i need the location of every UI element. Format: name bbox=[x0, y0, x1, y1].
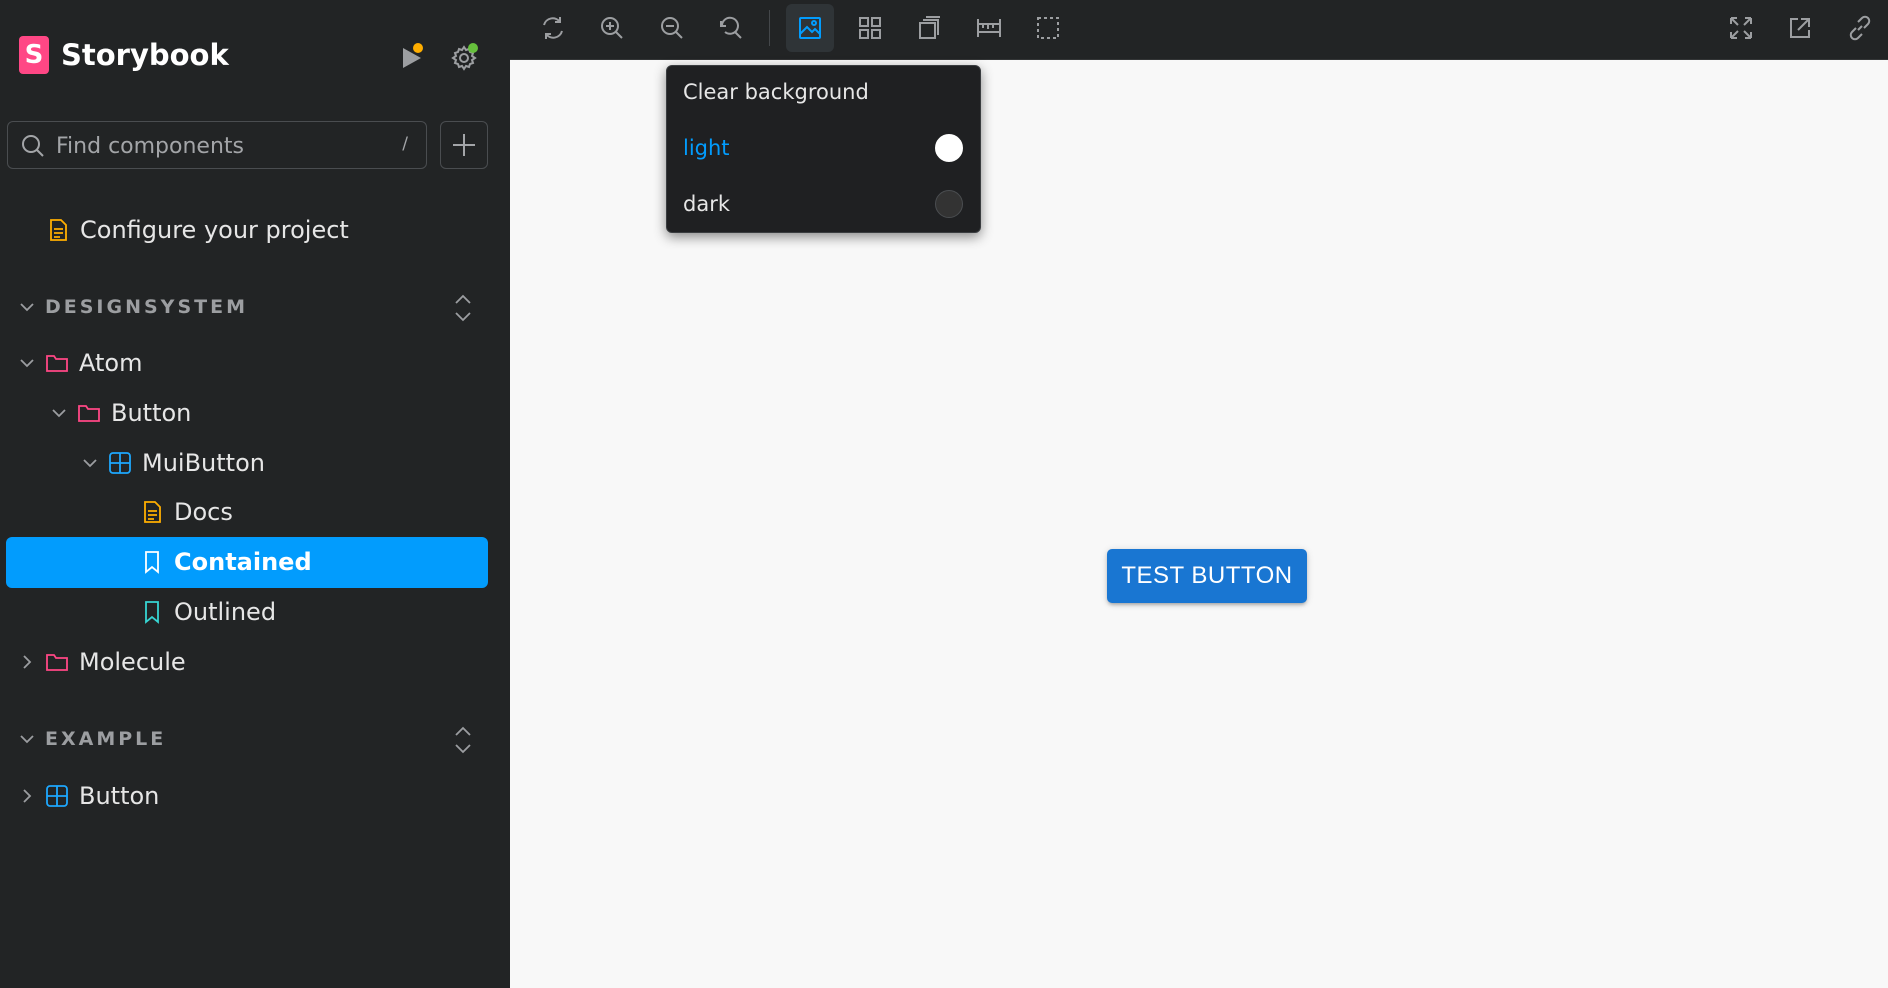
color-swatch-dark bbox=[935, 190, 963, 218]
sidebar-item-muibutton[interactable]: MuiButton bbox=[82, 438, 265, 488]
sidebar: S Storybook / Configure your project D bbox=[0, 0, 510, 988]
grid-icon bbox=[859, 17, 881, 39]
link-icon bbox=[1849, 15, 1871, 41]
share-alt-icon bbox=[1790, 18, 1810, 38]
chevron-down-icon bbox=[20, 735, 34, 744]
backgrounds-button[interactable] bbox=[786, 4, 834, 52]
remount-button[interactable] bbox=[529, 4, 577, 52]
fullscreen-button[interactable] bbox=[1717, 4, 1765, 52]
search-box[interactable]: / bbox=[7, 121, 427, 169]
browser-icon bbox=[919, 16, 940, 39]
ruler-icon bbox=[977, 19, 1001, 37]
search-input[interactable] bbox=[54, 130, 398, 162]
sidebar-item-label: Outlined bbox=[174, 598, 277, 626]
notification-dot bbox=[413, 43, 423, 53]
reset-zoom-button[interactable] bbox=[707, 4, 755, 52]
settings-gear-icon[interactable] bbox=[448, 40, 482, 74]
backgrounds-popover: Clear background light dark bbox=[666, 65, 981, 233]
bookmark-icon bbox=[145, 601, 159, 624]
outline-icon bbox=[1037, 17, 1059, 39]
chevron-down-icon bbox=[20, 359, 34, 368]
option-label: light bbox=[683, 136, 730, 160]
sidebar-item-label: MuiButton bbox=[142, 449, 265, 477]
section-designsystem[interactable]: DESIGNSYSTEM bbox=[19, 290, 248, 324]
bookmark-icon bbox=[145, 551, 159, 574]
sidebar-item-label: Molecule bbox=[79, 648, 186, 676]
background-option-light[interactable]: light bbox=[683, 128, 963, 168]
sidebar-item-label: Button bbox=[79, 782, 160, 810]
chevron-down-icon bbox=[52, 409, 66, 418]
sidebar-item-molecule[interactable]: Molecule bbox=[19, 637, 186, 687]
brand-name: Storybook bbox=[61, 38, 229, 72]
document-icon bbox=[144, 501, 161, 523]
storybook-logo: S bbox=[19, 36, 49, 74]
grid-button[interactable] bbox=[846, 4, 894, 52]
test-button[interactable]: TEST BUTTON bbox=[1107, 549, 1307, 603]
zoom-out-button[interactable] bbox=[648, 4, 696, 52]
sidebar-item-atom[interactable]: Atom bbox=[19, 338, 142, 388]
option-label: dark bbox=[683, 192, 730, 216]
zoom-reset-icon bbox=[720, 16, 742, 39]
sidebar-item-contained[interactable]: Contained bbox=[140, 537, 312, 587]
sidebar-item-label: Contained bbox=[174, 548, 312, 576]
folder-icon bbox=[46, 355, 68, 372]
folder-icon bbox=[78, 405, 100, 422]
expand-collapse-icon[interactable] bbox=[450, 292, 476, 324]
whats-new-play-icon[interactable] bbox=[395, 40, 429, 74]
folder-icon bbox=[46, 654, 68, 671]
chevron-right-icon bbox=[23, 655, 32, 669]
search-shortcut-hint: / bbox=[402, 134, 408, 154]
option-label: Clear background bbox=[683, 80, 869, 104]
sidebar-item-example-button[interactable]: Button bbox=[19, 771, 159, 821]
chevron-right-icon bbox=[23, 789, 32, 803]
chevron-down-icon bbox=[83, 459, 97, 468]
component-icon bbox=[46, 785, 68, 807]
document-icon bbox=[50, 219, 67, 241]
outline-button[interactable] bbox=[1024, 4, 1072, 52]
copy-link-button[interactable] bbox=[1836, 4, 1884, 52]
storybook-brand[interactable]: S Storybook bbox=[19, 36, 229, 74]
open-new-tab-button[interactable] bbox=[1776, 4, 1824, 52]
toolbar-separator bbox=[769, 10, 770, 46]
sync-icon bbox=[543, 17, 563, 39]
background-option-dark[interactable]: dark bbox=[683, 184, 963, 224]
sidebar-item-label: Docs bbox=[174, 498, 233, 526]
section-title-label: DESIGNSYSTEM bbox=[45, 296, 248, 318]
expand-icon bbox=[1730, 17, 1752, 39]
clear-background-option[interactable]: Clear background bbox=[683, 72, 963, 112]
sidebar-item-label: Button bbox=[111, 399, 192, 427]
sidebar-item-outlined[interactable]: Outlined bbox=[140, 587, 276, 637]
sidebar-item-button[interactable]: Button bbox=[51, 388, 191, 438]
sidebar-item-label: Configure your project bbox=[80, 216, 349, 244]
zoom-in-button[interactable] bbox=[588, 4, 636, 52]
color-swatch-light bbox=[935, 134, 963, 162]
viewport-button[interactable] bbox=[905, 4, 953, 52]
photo-icon bbox=[799, 17, 821, 39]
sidebar-item-configure[interactable]: Configure your project bbox=[46, 205, 349, 255]
measure-button[interactable] bbox=[965, 4, 1013, 52]
create-new-button[interactable] bbox=[440, 121, 488, 169]
preview-toolbar bbox=[510, 0, 1888, 60]
expand-collapse-icon[interactable] bbox=[450, 724, 476, 756]
plus-icon bbox=[453, 134, 475, 156]
section-title-label: EXAMPLE bbox=[45, 728, 167, 750]
sidebar-item-label: Atom bbox=[79, 349, 143, 377]
search-icon bbox=[22, 135, 44, 157]
chevron-down-icon bbox=[20, 303, 34, 312]
status-dot bbox=[468, 43, 478, 53]
zoom-in-icon bbox=[601, 17, 623, 39]
component-icon bbox=[109, 452, 131, 474]
zoom-out-icon bbox=[661, 17, 683, 39]
section-example[interactable]: EXAMPLE bbox=[19, 722, 166, 756]
sidebar-item-docs[interactable]: Docs bbox=[140, 487, 233, 537]
